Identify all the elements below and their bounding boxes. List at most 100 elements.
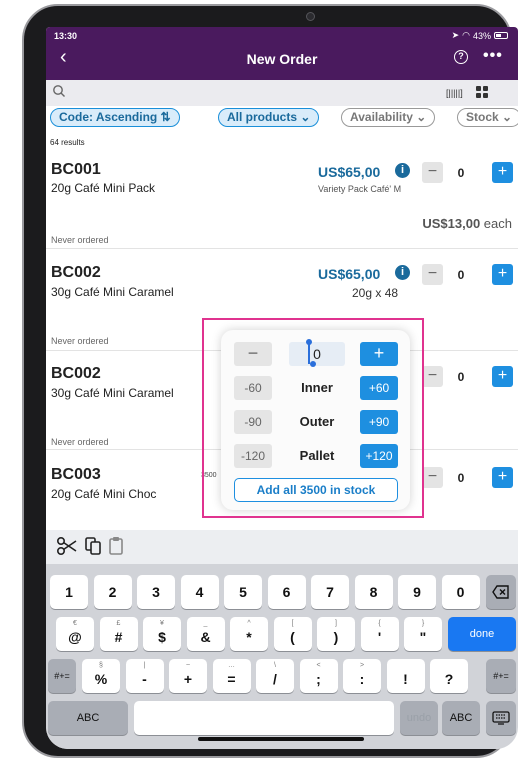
key-symbol[interactable]: {' — [360, 617, 399, 651]
backspace-icon — [492, 585, 509, 599]
copy-icon[interactable] — [84, 536, 102, 556]
key-label: + — [183, 671, 193, 687]
key-symbol[interactable]: \ / — [256, 659, 294, 693]
key-label: ' — [377, 629, 382, 645]
key-label: 5 — [239, 584, 247, 600]
key-digit[interactable]: 7 — [311, 575, 349, 609]
key-symbol[interactable]: } " — [404, 617, 442, 651]
product-name: 30g Café Mini Caramel — [51, 285, 174, 299]
key-symbol[interactable]: … = — [212, 659, 251, 693]
paste-icon[interactable] — [108, 536, 124, 556]
key-symbol[interactable]: ! — [386, 659, 425, 693]
key-symbol[interactable]: ~ + — [169, 659, 207, 693]
decrease-qty-button[interactable]: − — [422, 264, 443, 285]
scissors-icon[interactable] — [56, 536, 78, 556]
unit-price: US$13,00 each — [422, 216, 512, 231]
chip-availability[interactable]: Availability ⌄ — [341, 108, 436, 127]
key-digit[interactable]: 6 — [267, 575, 306, 609]
symbols-key-right[interactable]: #+= — [486, 659, 516, 693]
decrease-qty-button[interactable]: − — [422, 366, 443, 387]
key-label: = — [227, 671, 236, 687]
abc-key-right[interactable]: ABC — [442, 701, 480, 735]
qty-value[interactable]: 0 — [446, 268, 476, 282]
key-symbol[interactable]: € @ — [56, 617, 94, 651]
product-code: BC003 — [51, 466, 101, 483]
key-symbol[interactable]: ^ * — [230, 617, 268, 651]
key-alt-label: § — [99, 662, 103, 669]
keyboard: 1234567890 € @ £ # ¥ $ _ & ^ *[(]){'} " §% | - ~ +… = \ /… — [46, 530, 518, 749]
done-key[interactable]: done — [448, 617, 516, 651]
key-label: " — [419, 629, 427, 645]
key-digit[interactable]: 5 — [224, 575, 262, 609]
wifi-icon: ◠ — [462, 30, 470, 40]
location-icon: ➤ — [451, 30, 460, 40]
product-variant: Variety Pack Café' M — [318, 184, 402, 194]
key-alt-label: { — [378, 620, 381, 627]
symbols-key-left[interactable]: #+= — [48, 659, 76, 693]
key-alt-label: ] — [335, 620, 337, 627]
status-indicators: ➤ ◠ 43% — [452, 30, 508, 41]
product-name: 30g Café Mini Caramel — [51, 386, 174, 400]
increase-qty-button[interactable]: + — [492, 264, 513, 285]
qty-value[interactable]: 0 — [446, 166, 476, 180]
key-digit[interactable]: 1 — [50, 575, 88, 609]
qty-value[interactable]: 0 — [446, 370, 476, 384]
key-alt-label: £ — [116, 620, 121, 627]
camera-icon — [306, 12, 315, 21]
key-digit[interactable]: 4 — [180, 575, 219, 609]
key-digit[interactable]: 0 — [441, 575, 480, 609]
key-symbol[interactable]: _ & — [186, 617, 225, 651]
highlight-box — [202, 318, 424, 518]
help-button[interactable]: ? — [454, 50, 468, 64]
key-symbol[interactable]: £ # — [99, 617, 138, 651]
product-row[interactable]: BC001 20g Café Mini Pack US$65,00 i Vari… — [46, 152, 518, 245]
backspace-key[interactable] — [486, 575, 516, 609]
key-alt-label: > — [359, 662, 365, 669]
key-digit[interactable]: 8 — [354, 575, 393, 609]
keyboard-icon — [492, 711, 510, 725]
undo-key[interactable]: undo — [400, 701, 438, 735]
hide-keyboard-key[interactable] — [486, 701, 516, 735]
key-symbol[interactable]: <; — [299, 659, 338, 693]
unit-price-value: US$13,00 — [422, 216, 481, 231]
barcode-scan-icon[interactable]: [|||||] — [446, 88, 463, 98]
key-digit[interactable]: 9 — [398, 575, 436, 609]
key-digit[interactable]: 2 — [93, 575, 132, 609]
key-symbol[interactable]: | - — [125, 659, 164, 693]
key-digit[interactable]: 3 — [137, 575, 175, 609]
info-icon[interactable]: i — [395, 163, 410, 178]
increase-qty-button[interactable]: + — [492, 366, 513, 387]
done-key-label: done — [469, 628, 495, 640]
key-symbol[interactable]: >: — [343, 659, 381, 693]
key-symbol[interactable]: [( — [273, 617, 312, 651]
page-title: New Order — [246, 51, 318, 67]
key-label: ; — [316, 671, 321, 687]
order-history: Never ordered — [51, 437, 109, 447]
decrease-qty-button[interactable]: − — [422, 467, 443, 488]
key-symbol[interactable]: ? — [430, 659, 468, 693]
key-label: - — [142, 671, 147, 687]
key-alt-label: … — [228, 662, 235, 669]
grid-view-icon[interactable] — [476, 86, 488, 98]
decrease-qty-button[interactable]: − — [422, 162, 443, 183]
product-code: BC002 — [51, 264, 101, 281]
space-key[interactable] — [134, 701, 394, 735]
key-symbol[interactable]: ]) — [317, 617, 355, 651]
chip-sort-code[interactable]: Code: Ascending ⇅ — [50, 108, 180, 127]
increase-qty-button[interactable]: + — [492, 162, 513, 183]
abc-key-left[interactable]: ABC — [48, 701, 128, 735]
more-button[interactable]: ••• — [483, 47, 503, 65]
info-icon[interactable]: i — [395, 265, 410, 280]
increase-qty-button[interactable]: + — [492, 467, 513, 488]
key-label: 8 — [369, 584, 378, 600]
key-symbol[interactable]: ¥ $ — [143, 617, 181, 651]
chip-stock[interactable]: Stock ⌄ — [457, 108, 518, 127]
key-label: ) — [333, 629, 339, 645]
key-symbol[interactable]: §% — [82, 659, 120, 693]
chip-all-products[interactable]: All products ⌄ — [218, 108, 320, 127]
search-bar[interactable]: [|||||] — [46, 80, 518, 106]
qty-value[interactable]: 0 — [446, 471, 476, 485]
product-code: BC002 — [51, 365, 101, 382]
key-label: 9 — [413, 584, 421, 600]
symbols-key-right-label: #+= — [493, 671, 509, 681]
